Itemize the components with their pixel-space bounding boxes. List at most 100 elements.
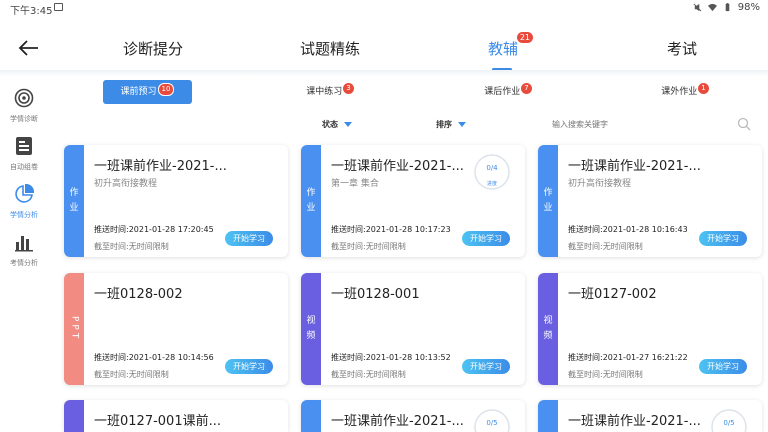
card-deadline: 截至时间:无时间限制 bbox=[331, 370, 406, 379]
card-type-strip: 作业 bbox=[538, 400, 558, 432]
card-deadline: 截至时间:无时间限制 bbox=[94, 370, 169, 379]
sidebar-item-analysis[interactable]: 学情分析 bbox=[0, 184, 48, 230]
subtab-badge: 3 bbox=[343, 83, 354, 94]
card-deadline: 截至时间:无时间限制 bbox=[331, 242, 406, 251]
card-subtitle: 第一章 集合 bbox=[331, 179, 379, 189]
subtab-label: 课后作业 bbox=[484, 87, 521, 97]
video-card[interactable]: 视频 一班0127-001课前... bbox=[64, 400, 288, 432]
subtab-in-class[interactable]: 课中练习 3 bbox=[290, 80, 370, 104]
progress-text: 0/5 bbox=[723, 419, 735, 427]
back-arrow-icon[interactable] bbox=[16, 36, 42, 60]
progress-text: 0/4 bbox=[486, 164, 498, 172]
ppt-card[interactable]: PPT 一班0128-002 推送时间:2021-01-28 10:14:56 … bbox=[64, 273, 288, 385]
search-icon[interactable] bbox=[737, 117, 751, 131]
card-push-time: 推送时间:2021-01-28 10:17:23 bbox=[331, 225, 451, 234]
battery-level: 98% bbox=[737, 2, 760, 13]
search-input[interactable] bbox=[552, 116, 732, 132]
sidebar-item-auto-paper[interactable]: 自动组卷 bbox=[0, 136, 48, 182]
card-type-strip: 视频 bbox=[301, 273, 321, 385]
wifi-icon bbox=[707, 3, 717, 12]
card-type-strip: PPT bbox=[64, 273, 84, 385]
assignment-card[interactable]: 作业 一班课前作业-2021-... 0/5 bbox=[538, 400, 762, 432]
status-filter[interactable]: 状态 bbox=[322, 119, 352, 130]
status-time: 下午3:45 bbox=[10, 6, 53, 17]
video-card[interactable]: 视频 一班0127-002 推送时间:2021-01-27 16:21:22 截… bbox=[538, 273, 762, 385]
sort-filter-label: 排序 bbox=[436, 120, 452, 129]
status-filter-label: 状态 bbox=[322, 120, 338, 129]
progress-text: 0/5 bbox=[486, 419, 498, 427]
card-push-time: 推送时间:2021-01-28 10:14:56 bbox=[94, 353, 214, 362]
mute-icon bbox=[693, 3, 702, 12]
card-type-strip: 作业 bbox=[301, 145, 321, 257]
subtab-after-class[interactable]: 课后作业 7 bbox=[468, 80, 548, 104]
card-title: 一班课前作业-2021-... bbox=[331, 159, 464, 174]
card-title: 一班课前作业-2021-... bbox=[568, 414, 701, 429]
sidebar-item-label: 自动组卷 bbox=[10, 163, 38, 171]
start-learning-button[interactable]: 开始学习 bbox=[225, 231, 273, 246]
tab-exam[interactable]: 考试 bbox=[667, 38, 697, 59]
start-learning-button[interactable]: 开始学习 bbox=[699, 231, 747, 246]
subtab-preview[interactable]: 课前预习 10 bbox=[103, 80, 192, 104]
tab-diagnosis[interactable]: 诊断提分 bbox=[123, 38, 183, 59]
card-subtitle: 初升高衔接教程 bbox=[94, 179, 158, 189]
assignment-card[interactable]: 作业 一班课前作业-2021-... 0/5 bbox=[301, 400, 525, 432]
sidebar-item-label: 考情分析 bbox=[10, 259, 38, 267]
subtab-label: 课外作业 bbox=[661, 87, 698, 97]
card-push-time: 推送时间:2021-01-27 16:21:22 bbox=[568, 353, 688, 362]
card-type-strip: 作业 bbox=[64, 145, 84, 257]
start-learning-button[interactable]: 开始学习 bbox=[462, 231, 510, 246]
card-title: 一班课前作业-2021-... bbox=[331, 414, 464, 429]
card-type: 视频 bbox=[543, 316, 553, 341]
card-title: 一班0128-002 bbox=[94, 287, 183, 302]
video-card[interactable]: 视频 一班0128-001 推送时间:2021-01-28 10:13:52 截… bbox=[301, 273, 525, 385]
tab-exercises[interactable]: 试题精练 bbox=[300, 38, 360, 59]
subtab-extracurricular[interactable]: 课外作业 1 bbox=[645, 80, 725, 104]
assignment-card[interactable]: 作业 一班课前作业-2021-... 初升高衔接教程 推送时间:2021-01-… bbox=[538, 145, 762, 257]
card-type: 作业 bbox=[306, 188, 316, 213]
assignment-card[interactable]: 作业 一班课前作业-2021-... 第一章 集合 0/4 进度 推送时间:20… bbox=[301, 145, 525, 257]
status-bar: 下午3:45 98% bbox=[0, 0, 768, 17]
card-title: 一班0127-001课前... bbox=[94, 414, 221, 429]
card-type: 作业 bbox=[69, 188, 79, 213]
card-type-strip: 作业 bbox=[301, 400, 321, 432]
caret-down-icon bbox=[344, 122, 352, 127]
card-deadline: 截至时间:无时间限制 bbox=[568, 370, 643, 379]
subtab-badge: 7 bbox=[521, 83, 532, 94]
tab-tutoring-label: 教辅 bbox=[488, 40, 519, 58]
start-learning-button[interactable]: 开始学习 bbox=[699, 359, 747, 374]
sort-filter[interactable]: 排序 bbox=[436, 119, 466, 130]
sidebar-item-diagnosis[interactable]: 学情诊断 bbox=[0, 88, 48, 134]
card-title: 一班课前作业-2021-... bbox=[568, 159, 701, 174]
card-type-strip: 作业 bbox=[538, 145, 558, 257]
sidebar: 学情诊断 自动组卷 学情分析 考情分析 bbox=[0, 76, 48, 432]
card-title: 一班课前作业-2021-... bbox=[94, 159, 227, 174]
card-deadline: 截至时间:无时间限制 bbox=[568, 242, 643, 251]
card-type: 视频 bbox=[306, 316, 316, 341]
nav-divider bbox=[0, 70, 768, 76]
subtab-badge: 10 bbox=[157, 83, 175, 96]
card-subtitle: 初升高衔接教程 bbox=[568, 179, 632, 189]
sidebar-item-exam-analysis[interactable]: 考情分析 bbox=[0, 232, 48, 278]
subtab-label: 课前预习 bbox=[120, 87, 157, 97]
start-learning-button[interactable]: 开始学习 bbox=[225, 359, 273, 374]
image-notification-icon bbox=[54, 3, 63, 11]
card-push-time: 推送时间:2021-01-28 10:13:52 bbox=[331, 353, 451, 362]
progress-label: 进度 bbox=[486, 181, 497, 187]
target-icon bbox=[14, 88, 34, 108]
sidebar-item-label: 学情诊断 bbox=[10, 115, 38, 123]
tab-tutoring-badge: 21 bbox=[516, 32, 534, 43]
sidebar-item-label: 学情分析 bbox=[10, 211, 38, 219]
battery-icon bbox=[725, 3, 730, 12]
card-type-strip: 视频 bbox=[64, 400, 84, 432]
start-learning-button[interactable]: 开始学习 bbox=[462, 359, 510, 374]
pie-chart-icon bbox=[15, 184, 34, 203]
card-deadline: 截至时间:无时间限制 bbox=[94, 242, 169, 251]
caret-down-icon bbox=[458, 122, 466, 127]
assignment-card[interactable]: 作业 一班课前作业-2021-... 初升高衔接教程 推送时间:2021-01-… bbox=[64, 145, 288, 257]
tab-tutoring[interactable]: 教辅 21 bbox=[488, 32, 534, 59]
card-push-time: 推送时间:2021-01-28 17:20:45 bbox=[94, 225, 214, 234]
document-icon bbox=[16, 137, 32, 155]
card-push-time: 推送时间:2021-01-28 10:16:43 bbox=[568, 225, 688, 234]
bar-chart-icon bbox=[15, 236, 33, 252]
subtab-badge: 1 bbox=[698, 83, 709, 94]
